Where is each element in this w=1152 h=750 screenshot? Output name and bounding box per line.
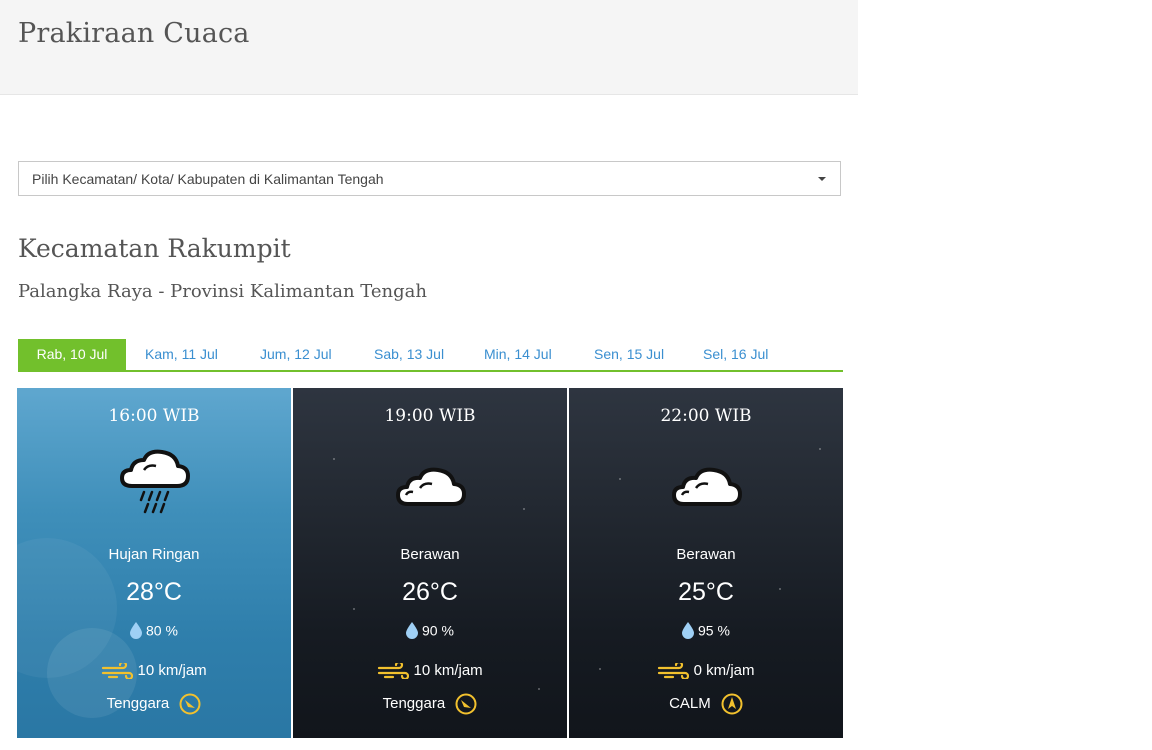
compass-north-icon [721, 693, 743, 715]
wind-direction-label: Tenggara [106, 694, 170, 712]
forecast-card: 22:00 WIB Berawan 25°C 95 % 0 km/jam CAL… [569, 388, 843, 738]
star [523, 508, 525, 510]
forecast-condition: Hujan Ringan [108, 546, 200, 563]
forecast-wind-direction: CALM [569, 693, 843, 715]
star [353, 608, 355, 610]
humidity-value: 90 % [421, 622, 454, 639]
water-drop-icon [130, 621, 143, 639]
wind-direction-label: Tenggara [382, 694, 446, 712]
forecast-temperature: 25°C [678, 578, 734, 606]
compass-southeast-icon [455, 693, 477, 715]
tab-date-2[interactable]: Jum, 12 Jul [260, 339, 332, 370]
wind-speed: 10 km/jam [137, 662, 207, 679]
date-tabs: Rab, 10 Jul Kam, 11 Jul Jum, 12 Jul Sab,… [18, 339, 843, 372]
cloud-rain-icon [114, 448, 194, 518]
water-drop-icon [682, 621, 695, 639]
chevron-down-icon[interactable] [818, 177, 826, 181]
wind-icon [378, 663, 410, 680]
forecast-card: 16:00 WIB Hujan Ringan 28°C 80 % 10 km/j… [17, 388, 291, 738]
star [819, 448, 821, 450]
humidity-value: 95 % [697, 622, 730, 639]
star [619, 478, 621, 480]
tab-date-1[interactable]: Kam, 11 Jul [145, 339, 218, 370]
cloud-icon [666, 448, 746, 518]
tab-date-5[interactable]: Sen, 15 Jul [594, 339, 664, 370]
tab-date-6[interactable]: Sel, 16 Jul [703, 339, 768, 370]
wind-speed: 0 km/jam [693, 662, 755, 679]
forecast-temperature: 28°C [126, 578, 182, 606]
tab-date-3[interactable]: Sab, 13 Jul [374, 339, 444, 370]
humidity-value: 80 % [145, 622, 178, 639]
forecast-time: 16:00 WIB [108, 406, 200, 426]
forecast-wind: 0 km/jam [569, 662, 843, 680]
forecast-card: 19:00 WIB Berawan 26°C 90 % 10 km/jam Te… [293, 388, 567, 738]
forecast-time: 19:00 WIB [384, 406, 476, 426]
star [333, 458, 335, 460]
forecast-wind: 10 km/jam [17, 662, 291, 680]
wind-direction-label: CALM [669, 694, 711, 712]
cloud-icon [390, 448, 470, 518]
location-select[interactable]: Pilih Kecamatan/ Kota/ Kabupaten di Kali… [18, 161, 841, 196]
star [538, 688, 540, 690]
forecast-wind: 10 km/jam [293, 662, 567, 680]
page-header: Prakiraan Cuaca [0, 0, 858, 95]
forecast-condition: Berawan [676, 546, 736, 563]
water-drop-icon [406, 621, 419, 639]
tab-date-4[interactable]: Min, 14 Jul [484, 339, 552, 370]
location-subtitle: Palangka Raya - Provinsi Kalimantan Teng… [18, 281, 427, 302]
location-select-label: Pilih Kecamatan/ Kota/ Kabupaten di Kali… [32, 171, 384, 187]
tab-date-0[interactable]: Rab, 10 Jul [18, 339, 126, 370]
forecast-humidity: 90 % [293, 621, 567, 639]
wind-speed: 10 km/jam [413, 662, 483, 679]
forecast-humidity: 95 % [569, 621, 843, 639]
wind-icon [658, 663, 690, 680]
forecast-wind-direction: Tenggara [17, 693, 291, 715]
compass-southeast-icon [179, 693, 201, 715]
forecast-time: 22:00 WIB [660, 406, 752, 426]
wind-icon [102, 663, 134, 680]
forecast-wind-direction: Tenggara [293, 693, 567, 715]
page-title: Prakiraan Cuaca [18, 18, 250, 49]
forecast-condition: Berawan [400, 546, 460, 563]
forecast-temperature: 26°C [402, 578, 458, 606]
location-title: Kecamatan Rakumpit [18, 234, 291, 263]
forecast-humidity: 80 % [17, 621, 291, 639]
forecast-cards: 16:00 WIB Hujan Ringan 28°C 80 % 10 km/j… [17, 388, 843, 738]
